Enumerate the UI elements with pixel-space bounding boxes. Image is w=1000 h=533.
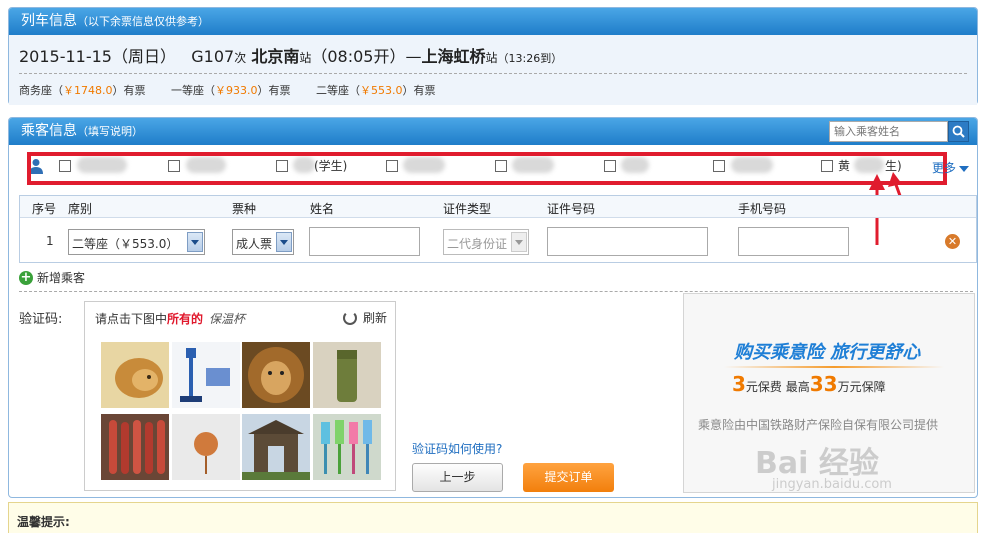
departure-time: （08:05开）— bbox=[311, 47, 422, 66]
table-row: 1 二等座（￥553.0） 成人票 二代身份证 ✕ bbox=[20, 218, 976, 263]
col-name: 姓名 bbox=[310, 202, 335, 216]
captcha-image-thermos[interactable] bbox=[313, 342, 381, 408]
ad-offer: 3元保费 最高33万元保障 bbox=[732, 372, 886, 396]
watermark-url: jingyan.baidu.com bbox=[772, 477, 892, 492]
captcha-box: 请点击下图中所有的 保温杯 刷新 bbox=[84, 301, 396, 491]
seat-first-class: 一等座（￥933.0）有票 bbox=[171, 84, 291, 97]
close-icon[interactable]: ✕ bbox=[945, 234, 960, 249]
col-ticket-type: 票种 bbox=[232, 202, 257, 216]
divider bbox=[19, 73, 967, 74]
captcha-image-sausage[interactable] bbox=[101, 414, 169, 480]
prev-step-button[interactable]: 上一步 bbox=[412, 463, 503, 492]
col-seat: 席别 bbox=[68, 202, 93, 216]
captcha-prompt: 请点击下图中所有的 保温杯 bbox=[95, 312, 246, 326]
captcha-image-device[interactable] bbox=[172, 342, 240, 408]
train-info-title: 列车信息 bbox=[21, 13, 77, 29]
passenger-selector: (学生) 黄 生) 更多 bbox=[9, 148, 977, 186]
captcha-image-lion[interactable] bbox=[101, 342, 169, 408]
captcha-image-archway[interactable] bbox=[242, 414, 310, 480]
train-number: G107 bbox=[191, 47, 235, 66]
tips-title: 温馨提示: bbox=[17, 515, 70, 529]
more-passengers-button[interactable]: 更多 bbox=[932, 159, 969, 176]
captcha-help-link[interactable]: 验证码如何使用? bbox=[412, 440, 502, 457]
col-id-type: 证件类型 bbox=[443, 202, 492, 216]
seat-second-class: 二等座（￥553.0）有票 bbox=[316, 84, 436, 97]
phone-input[interactable] bbox=[738, 227, 849, 256]
add-passenger-button[interactable]: + 新增乘客 bbox=[19, 269, 85, 286]
table-header: 序号 席别 票种 姓名 证件类型 证件号码 手机号码 bbox=[20, 196, 976, 218]
seat-availability: 商务座（￥1748.0）有票 一等座（￥933.0）有票 二等座（￥553.0）… bbox=[19, 82, 458, 98]
passenger-search-input[interactable] bbox=[829, 121, 948, 142]
highlight-box bbox=[27, 152, 947, 185]
search-icon bbox=[952, 125, 965, 138]
arrival-time: （13:26到） bbox=[497, 52, 563, 65]
captcha-label: 验证码: bbox=[19, 312, 63, 327]
col-phone: 手机号码 bbox=[738, 202, 787, 216]
passenger-search bbox=[829, 121, 969, 142]
divider bbox=[19, 291, 973, 292]
passenger-table: 序号 席别 票种 姓名 证件类型 证件号码 手机号码 1 二等座（￥553.0）… bbox=[19, 195, 977, 263]
chevron-down-icon bbox=[276, 232, 292, 252]
passenger-info-title: 乘客信息 bbox=[21, 123, 77, 139]
passenger-info-header: 乘客信息（填写说明） bbox=[9, 118, 977, 145]
submit-order-button[interactable]: 提交订单 bbox=[523, 463, 614, 492]
ad-provider: 乘意险由中国铁路财产保险自保有限公司提供 bbox=[698, 418, 939, 432]
id-type-select: 二代身份证 bbox=[443, 229, 529, 255]
seat-business: 商务座（￥1748.0）有票 bbox=[19, 84, 146, 97]
departure-station: 北京南 bbox=[251, 47, 300, 66]
arrival-station: 上海虹桥 bbox=[421, 47, 486, 66]
refresh-icon bbox=[342, 310, 357, 325]
captcha-image-brushes[interactable] bbox=[313, 414, 381, 480]
train-info-note: （以下余票信息仅供参考） bbox=[77, 15, 209, 28]
train-route: 2015-11-15（周日） G107次 北京南站（08:05开）—上海虹桥站（… bbox=[19, 47, 563, 66]
name-input[interactable] bbox=[309, 227, 420, 256]
captcha-image-ornament[interactable] bbox=[172, 414, 240, 480]
search-button[interactable] bbox=[948, 121, 969, 142]
train-info-panel: 列车信息（以下余票信息仅供参考） 2015-11-15（周日） G107次 北京… bbox=[8, 7, 978, 105]
chevron-down-icon bbox=[187, 232, 203, 252]
refresh-button[interactable]: 刷新 bbox=[342, 309, 387, 326]
watermark-logo: Bai 经验 bbox=[755, 446, 879, 481]
col-index: 序号 bbox=[32, 202, 57, 216]
id-number-input[interactable] bbox=[547, 227, 708, 256]
captcha-image-lion[interactable] bbox=[242, 342, 310, 408]
caret-down-icon bbox=[959, 165, 969, 172]
seat-select[interactable]: 二等座（￥553.0） bbox=[68, 229, 205, 255]
ad-underline bbox=[724, 366, 944, 368]
travel-date: 2015-11-15（周日） bbox=[19, 47, 176, 66]
row-index: 1 bbox=[46, 234, 54, 248]
fill-instructions-link[interactable]: （填写说明） bbox=[77, 125, 143, 138]
tips-panel: 温馨提示: bbox=[8, 502, 978, 533]
chevron-down-icon bbox=[511, 232, 527, 252]
col-id-number: 证件号码 bbox=[547, 202, 596, 216]
plus-icon: + bbox=[19, 269, 33, 285]
ad-headline: 购买乘意险 旅行更舒心 bbox=[734, 342, 921, 363]
ticket-type-select[interactable]: 成人票 bbox=[232, 229, 294, 255]
train-info-header: 列车信息（以下余票信息仅供参考） bbox=[9, 8, 977, 35]
